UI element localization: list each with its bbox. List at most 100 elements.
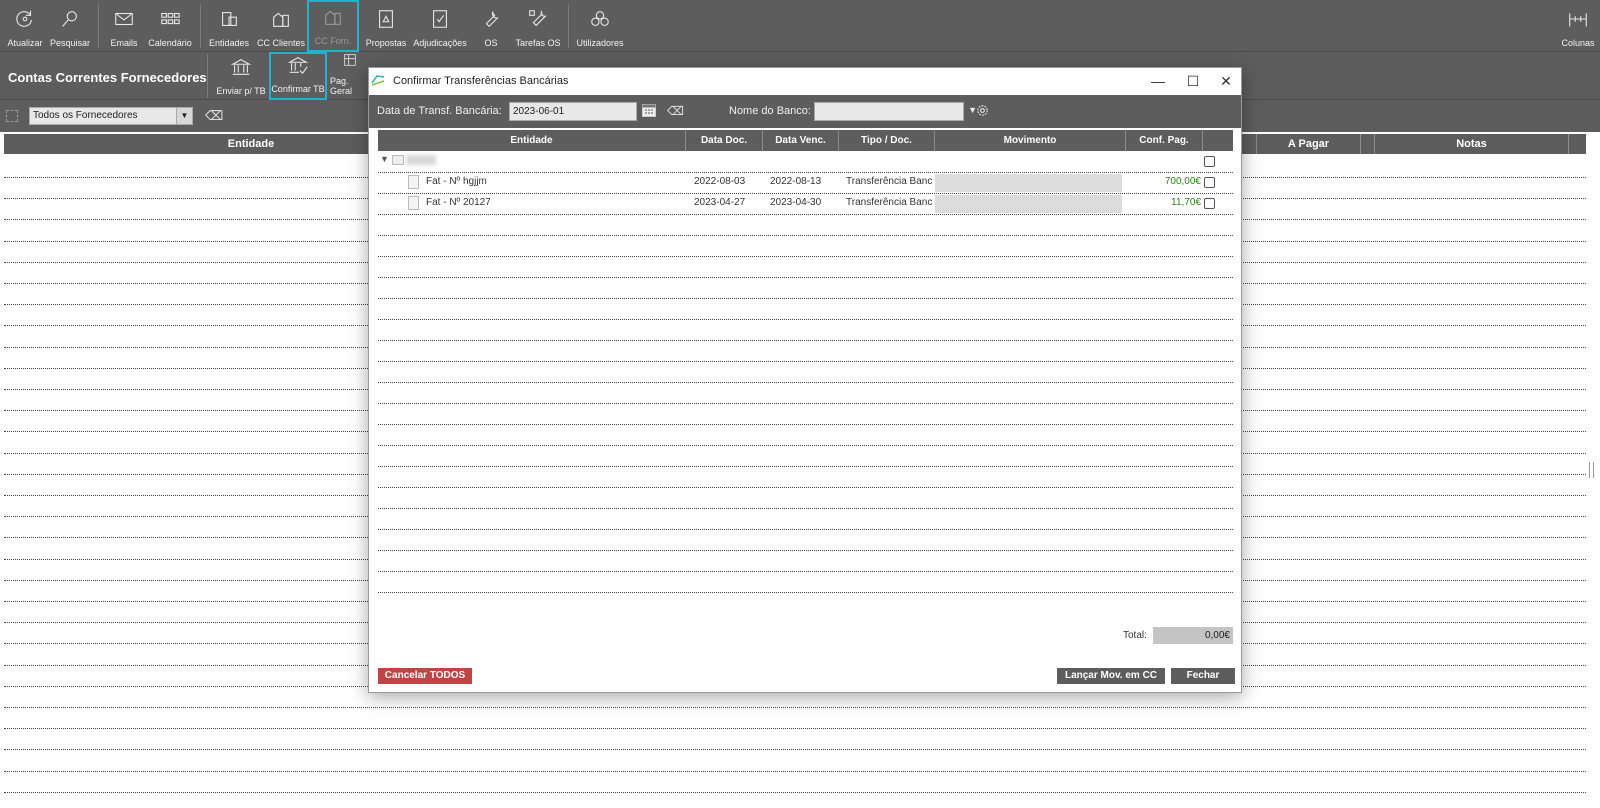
toolbar-divider: [98, 4, 99, 48]
select-all-icon[interactable]: [6, 110, 18, 122]
supplier-filter-select[interactable]: Todos os Fornecedores ▼: [29, 107, 193, 125]
expand-arrow-icon[interactable]: ▼: [380, 154, 389, 164]
os-button[interactable]: OS: [476, 0, 506, 52]
emails-button[interactable]: Emails: [104, 0, 144, 52]
confirm-tb-button[interactable]: Confirmar TB: [269, 52, 327, 100]
page-title: Contas Correntes Fornecedores: [8, 70, 207, 85]
eraser-icon[interactable]: ⌫: [667, 104, 684, 118]
row-separator: [378, 214, 1233, 215]
row-separator: [378, 571, 1233, 572]
movement-field[interactable]: [935, 174, 1122, 192]
row-separator: [378, 508, 1233, 509]
row-separator: [378, 529, 1233, 530]
document-icon: [408, 196, 419, 210]
row-doc-type: Transferência Banc: [846, 176, 933, 187]
gear-icon[interactable]: [975, 103, 990, 118]
close-icon[interactable]: ✕: [1209, 70, 1243, 92]
bank-icon: [230, 59, 252, 75]
refresh-label: Atualizar: [7, 38, 43, 48]
row-due-date: 2023-04-30: [770, 197, 822, 208]
suppliers-account-icon: [325, 10, 341, 25]
entities-button[interactable]: Entidades: [206, 0, 252, 52]
cc-clients-button[interactable]: CC Clientes: [256, 0, 306, 52]
proposals-button[interactable]: Propostas: [364, 0, 408, 52]
row-separator: [378, 277, 1233, 278]
group-row[interactable]: ▼: [378, 151, 1233, 172]
adjudications-button[interactable]: Adjudicações: [412, 0, 468, 52]
calendar-label: Calendário: [148, 38, 192, 48]
row-separator: [378, 445, 1233, 446]
dialog-titlebar: Confirmar Transferências Bancárias — ☐ ✕: [369, 68, 1241, 95]
cancel-all-button[interactable]: Cancelar TODOS: [378, 668, 472, 684]
column-header-data-venc[interactable]: Data Venc.: [763, 130, 839, 151]
bank-check-icon: [287, 57, 309, 75]
table-row[interactable]: Fat - Nº hgjjm 2022-08-03 2022-08-13 Tra…: [378, 172, 1233, 193]
cc-suppliers-button[interactable]: CC Forn.: [307, 0, 359, 52]
column-header-notas[interactable]: Notas: [1374, 134, 1569, 154]
column-header-select: [1203, 130, 1233, 151]
adjudications-label: Adjudicações: [413, 38, 467, 48]
column-header-entidade[interactable]: Entidade: [378, 130, 686, 151]
dialog-grid-header: Entidade Data Doc. Data Venc. Tipo / Doc…: [378, 130, 1233, 151]
general-payment-button[interactable]: Pag. Geral: [330, 52, 370, 100]
row-separator: [378, 256, 1233, 257]
send-to-tb-button[interactable]: Enviar p/ TB: [214, 52, 268, 100]
proposals-label: Propostas: [365, 38, 407, 48]
columns-button[interactable]: Colunas: [1560, 0, 1596, 52]
eraser-icon[interactable]: ⌫: [205, 108, 223, 124]
column-header-tipo-doc[interactable]: Tipo / Doc.: [839, 130, 935, 151]
row-separator: [378, 172, 1233, 173]
group-confirm-checkbox[interactable]: [1204, 156, 1215, 167]
scrollbar-handle[interactable]: [1589, 462, 1594, 478]
os-tasks-button[interactable]: Tarefas OS: [514, 0, 562, 52]
cc-clients-label: CC Clientes: [256, 38, 305, 48]
os-label: OS: [484, 38, 498, 48]
total-label: Total:: [1123, 630, 1147, 641]
row-doc-type: Transferência Banc: [846, 197, 933, 208]
search-button[interactable]: Pesquisar: [48, 0, 92, 52]
maximize-icon[interactable]: ☐: [1176, 70, 1210, 92]
chevron-down-icon[interactable]: ▼: [176, 108, 192, 124]
column-header-a-pagar[interactable]: A Pagar: [1256, 134, 1361, 154]
refresh-button[interactable]: Atualizar: [4, 0, 46, 52]
calendar-button[interactable]: Calendário: [146, 0, 194, 52]
wrench-icon: [485, 11, 499, 28]
row-amount: 700,00€: [1164, 176, 1201, 187]
movement-field[interactable]: [935, 195, 1122, 213]
column-header-data-doc[interactable]: Data Doc.: [686, 130, 763, 151]
calendar-grid-icon: [161, 12, 180, 25]
row-separator: [378, 466, 1233, 467]
transfer-date-input[interactable]: 2023-06-01: [509, 102, 637, 121]
toolbar-divider: [207, 54, 208, 98]
column-header-movimento[interactable]: Movimento: [935, 130, 1126, 151]
close-button[interactable]: Fechar: [1171, 668, 1235, 684]
send-to-tb-label: Enviar p/ TB: [216, 86, 266, 96]
row-separator: [378, 592, 1233, 593]
row-confirm-checkbox[interactable]: [1204, 177, 1215, 188]
emails-label: Emails: [110, 38, 138, 48]
users-button[interactable]: Utilizadores: [574, 0, 626, 52]
dialog-grid-body: ▼ Fat - Nº hgjjm 2022-08-03 2022-08-13 T…: [378, 151, 1233, 611]
bank-name-select[interactable]: ▼: [814, 102, 977, 121]
row-separator: [378, 340, 1233, 341]
toolbar-divider: [568, 4, 569, 48]
confirm-tb-label: Confirmar TB: [271, 84, 325, 94]
row-separator: [4, 770, 1586, 772]
row-doc-date: 2023-04-27: [694, 197, 746, 208]
columns-label: Colunas: [1561, 38, 1595, 48]
row-separator: [4, 791, 1586, 793]
row-separator: [378, 193, 1233, 194]
row-separator: [378, 298, 1233, 299]
row-separator: [378, 487, 1233, 488]
column-header-conf-pag[interactable]: Conf. Pag.: [1126, 130, 1203, 151]
calendar-icon[interactable]: [642, 103, 656, 117]
columns-icon: [1569, 13, 1587, 27]
dialog-filter-bar: Data de Transf. Bancária: 2023-06-01 ⌫ N…: [369, 95, 1241, 128]
row-separator: [378, 424, 1233, 425]
cc-suppliers-label: CC Forn.: [314, 36, 352, 46]
launch-movement-button[interactable]: Lançar Mov. em CC: [1057, 668, 1165, 684]
row-separator: [378, 550, 1233, 551]
minimize-icon[interactable]: —: [1141, 70, 1175, 92]
row-confirm-checkbox[interactable]: [1204, 198, 1215, 209]
table-row[interactable]: Fat - Nº 20127 2023-04-27 2023-04-30 Tra…: [378, 193, 1233, 214]
